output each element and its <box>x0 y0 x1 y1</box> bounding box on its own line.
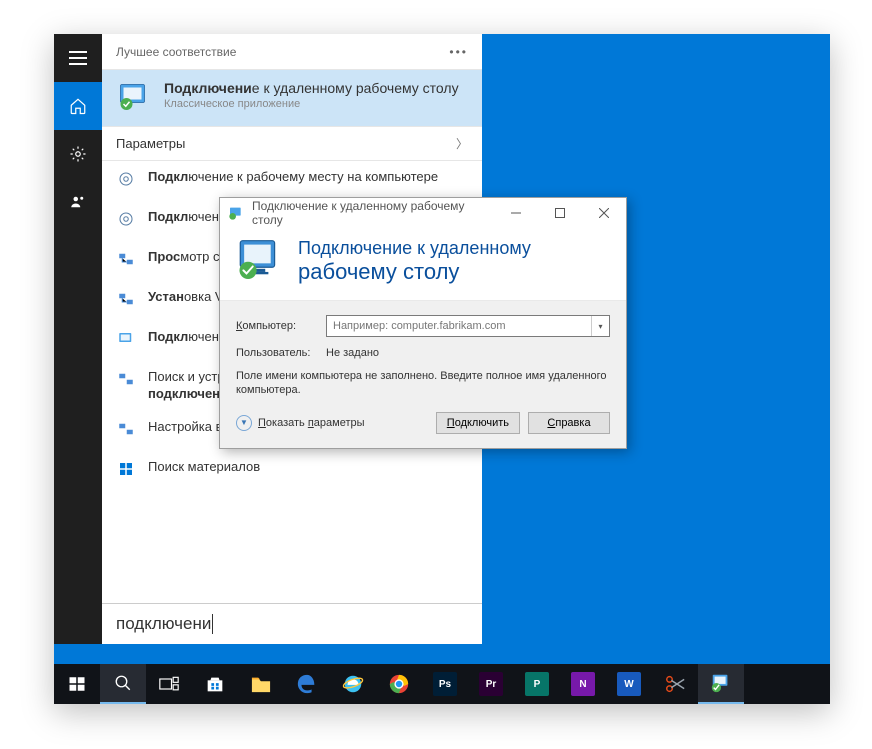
dropdown-button[interactable]: ▾ <box>591 316 609 336</box>
computer-label: Компьютер: <box>236 320 316 332</box>
home-icon <box>69 97 87 115</box>
windows-icon <box>68 675 86 693</box>
search-panel-header: Лучшее соответствие ••• <box>102 34 482 70</box>
banner-line-2: рабочему столу <box>298 259 531 285</box>
close-icon <box>599 208 609 218</box>
explorer-button[interactable] <box>238 664 284 704</box>
edge-icon <box>296 673 318 695</box>
ps-icon: Ps <box>433 672 457 696</box>
edge-button[interactable] <box>284 664 330 704</box>
parameters-label: Параметры <box>116 136 185 151</box>
premiere-button[interactable]: Pr <box>468 664 514 704</box>
minimize-button[interactable] <box>494 198 538 228</box>
close-button[interactable] <box>582 198 626 228</box>
computer-input[interactable]: Например: computer.fabrikam.com <box>327 316 591 336</box>
search-input[interactable]: подключени <box>102 603 482 644</box>
rdp-result-icon <box>116 329 136 349</box>
best-match-item[interactable]: Подключение к удаленному рабочему столу … <box>102 70 482 127</box>
hamburger-icon <box>69 51 87 65</box>
chevron-right-icon: 〉 <box>456 135 468 152</box>
word-button[interactable]: W <box>606 664 652 704</box>
search-input-value: подключени <box>116 614 211 634</box>
user-value: Не задано <box>326 347 379 359</box>
text-cursor <box>212 614 213 634</box>
rdp-dialog: Подключение к удаленному рабочему столу … <box>219 197 627 449</box>
troubleshoot-result-icon <box>116 369 136 389</box>
scissors-icon <box>664 673 686 695</box>
best-match-subtitle: Классическое приложение <box>164 98 459 110</box>
parameters-header[interactable]: Параметры 〉 <box>102 127 482 161</box>
rdp-app-icon <box>116 80 152 116</box>
settings-button[interactable] <box>54 130 102 178</box>
help-button[interactable]: Справка <box>528 412 610 434</box>
snip-button[interactable] <box>652 664 698 704</box>
pr-icon: Pr <box>479 672 503 696</box>
rdp-taskbar-button[interactable] <box>698 664 744 704</box>
rdp-titlebar-icon <box>226 203 246 223</box>
network-result-icon <box>116 249 136 269</box>
chrome-icon <box>388 673 410 695</box>
maximize-icon <box>555 208 565 218</box>
pub-icon: P <box>525 672 549 696</box>
rdp-banner-icon <box>234 236 284 286</box>
user-label: Пользователь: <box>236 347 316 359</box>
best-match-title: Подключение к удаленному рабочему столу <box>164 80 459 96</box>
people-button[interactable] <box>54 178 102 226</box>
hint-text: Поле имени компьютера не заполнено. Введ… <box>236 369 610 398</box>
titlebar[interactable]: Подключение к удаленному рабочему столу <box>220 198 626 228</box>
ie-icon <box>342 673 364 695</box>
settings-result-icon <box>116 209 136 229</box>
start-button[interactable] <box>54 664 100 704</box>
publisher-button[interactable]: P <box>514 664 560 704</box>
onenote-icon: N <box>571 672 595 696</box>
network-result-icon <box>116 419 136 439</box>
store-result-icon <box>116 459 136 479</box>
window-title: Подключение к удаленному рабочему столу <box>252 199 494 227</box>
network-result-icon <box>116 289 136 309</box>
expand-icon: ▼ <box>236 415 252 431</box>
settings-result-icon <box>116 169 136 189</box>
chrome-button[interactable] <box>376 664 422 704</box>
store-button[interactable] <box>192 664 238 704</box>
hamburger-button[interactable] <box>54 34 102 82</box>
word-icon: W <box>617 672 641 696</box>
taskview-button[interactable] <box>146 664 192 704</box>
start-sidebar <box>54 34 102 644</box>
result-text: Подключение к рабочему месту на компьюте… <box>148 169 438 186</box>
taskview-icon <box>159 676 179 692</box>
connect-button[interactable]: Подключить <box>436 412 520 434</box>
banner-line-1: Подключение к удаленному <box>298 238 531 259</box>
onenote-button[interactable]: N <box>560 664 606 704</box>
people-icon <box>69 193 87 211</box>
rdp-taskbar-icon <box>710 672 732 694</box>
folder-icon <box>250 674 272 694</box>
chevron-down-icon: ▾ <box>598 322 602 331</box>
store-icon <box>204 673 226 695</box>
minimize-icon <box>511 208 521 218</box>
more-options-button[interactable]: ••• <box>449 45 468 59</box>
taskbar: Ps Pr P N W <box>54 664 830 704</box>
result-text: Поиск материалов <box>148 459 260 476</box>
rdp-banner: Подключение к удаленному рабочему столу <box>220 228 626 301</box>
show-options-link[interactable]: ▼ Показать параметры <box>236 415 428 431</box>
gear-icon <box>69 145 87 163</box>
photoshop-button[interactable]: Ps <box>422 664 468 704</box>
result-item[interactable]: Поиск материалов <box>102 451 482 491</box>
best-match-label: Лучшее соответствие <box>116 45 236 59</box>
ie-button[interactable] <box>330 664 376 704</box>
result-item[interactable]: Подключение к рабочему месту на компьюте… <box>102 161 482 201</box>
maximize-button[interactable] <box>538 198 582 228</box>
search-taskbar-button[interactable] <box>100 664 146 704</box>
home-button[interactable] <box>54 82 102 130</box>
rdp-body: Компьютер: Например: computer.fabrikam.c… <box>220 301 626 448</box>
computer-combobox[interactable]: Например: computer.fabrikam.com ▾ <box>326 315 610 337</box>
search-icon <box>114 674 132 692</box>
